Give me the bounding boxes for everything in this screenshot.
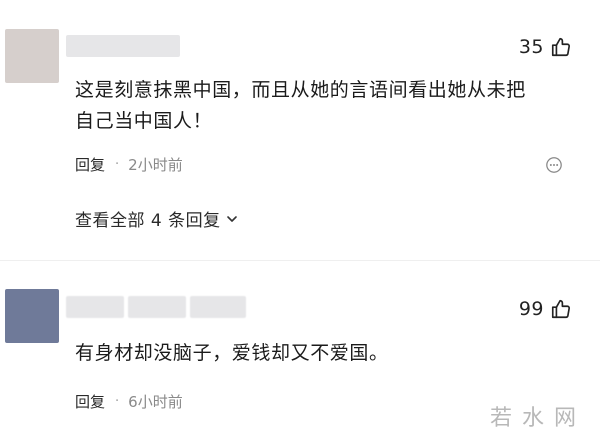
more-dots-icon[interactable] (544, 155, 564, 175)
view-replies-label: 查看全部 4 条回复 (75, 211, 221, 231)
timestamp: 2小时前 (128, 156, 183, 174)
thumbs-up-icon (550, 298, 572, 320)
comment-text-line: 这是刻意抹黑中国，而且从她的言语间看出她从未把 (75, 79, 526, 101)
reply-button[interactable]: 回复 (75, 154, 105, 175)
separator-dot: · (115, 157, 120, 172)
comment-text-line: 有身材却没脑子，爱钱却又不爱国。 (75, 342, 389, 364)
view-all-replies-button[interactable]: 查看全部 4 条回复 (75, 206, 239, 231)
comment-meta: 回复 · 2小时前 (75, 154, 183, 175)
comment-text: 这是刻意抹黑中国，而且从她的言语间看出她从未把 自己当中国人！ (75, 75, 526, 137)
comment-text: 有身材却没脑子，爱钱却又不爱国。 (75, 338, 389, 369)
avatar[interactable] (5, 289, 59, 343)
reply-button[interactable]: 回复 (75, 391, 105, 412)
comment-meta: 回复 · 6小时前 (75, 391, 183, 412)
like-count: 35 (518, 36, 544, 58)
like-button[interactable]: 99 (519, 298, 572, 320)
avatar[interactable] (5, 29, 59, 83)
like-count: 99 (518, 298, 544, 320)
timestamp: 6小时前 (128, 393, 183, 411)
separator-dot: · (115, 394, 120, 409)
username-redacted (128, 296, 186, 318)
divider (0, 260, 600, 261)
watermark: 若水网 (489, 406, 586, 431)
thumbs-up-icon (550, 36, 572, 58)
like-button[interactable]: 35 (519, 36, 572, 58)
username-redacted (66, 296, 124, 318)
comment-text-line: 自己当中国人！ (75, 110, 213, 132)
chevron-down-icon (221, 212, 239, 226)
username-redacted (66, 35, 180, 57)
username-redacted (190, 296, 246, 318)
